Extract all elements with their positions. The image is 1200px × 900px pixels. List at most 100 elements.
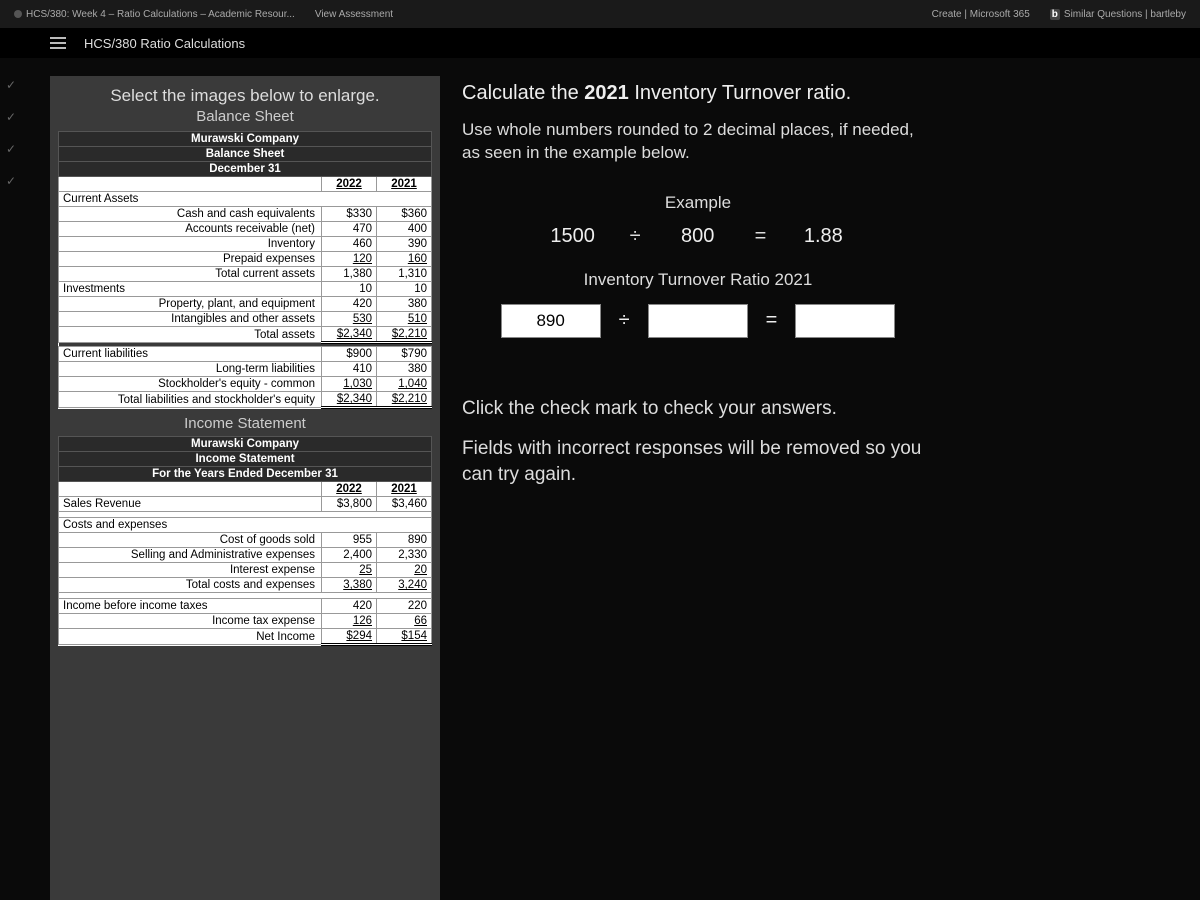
row-2021: 20	[377, 563, 432, 578]
is-company: Murawski Company	[59, 437, 432, 452]
example-denominator: 800	[663, 225, 733, 248]
current-liab-label: Current liabilities	[59, 347, 322, 362]
bs-company: Murawski Company	[59, 132, 432, 147]
bartleby-icon: b	[1050, 9, 1060, 20]
question-title-pre: Calculate the	[462, 82, 584, 104]
row-2021: 3,240	[377, 578, 432, 593]
example-row: 1500 ÷ 800 = 1.88	[462, 225, 934, 248]
bs-asof: December 31	[59, 162, 432, 177]
row-label: Net Income	[59, 629, 322, 645]
question-title: Calculate the 2021 Inventory Turnover ra…	[462, 82, 934, 105]
row-2021: 380	[377, 297, 432, 312]
tab-favicon	[14, 10, 22, 18]
investments-2021: 10	[377, 282, 432, 297]
row-2021: 1,310	[377, 267, 432, 282]
col-2021: 2021	[377, 482, 432, 497]
tab-label: HCS/380: Week 4 – Ratio Calculations – A…	[26, 9, 295, 20]
page-title: HCS/380 Ratio Calculations	[84, 36, 245, 51]
equals-icon: =	[766, 309, 778, 332]
tab-label: View Assessment	[315, 9, 393, 20]
table-row: Selling and Administrative expenses2,400…	[59, 548, 432, 563]
row-2021: $360	[377, 207, 432, 222]
example-label: Example	[462, 193, 934, 213]
income-statement-table[interactable]: Murawski Company Income Statement For th…	[58, 436, 432, 646]
browser-tab[interactable]: Create | Microsoft 365	[926, 7, 1036, 22]
table-row: Interest expense2520	[59, 563, 432, 578]
bs-report: Balance Sheet	[59, 147, 432, 162]
question-title-bold: 2021	[584, 82, 629, 104]
result-input[interactable]	[795, 304, 895, 338]
row-2021: $2,210	[377, 327, 432, 343]
row-2022: 420	[322, 297, 377, 312]
chevron-icon[interactable]: ✓	[6, 110, 16, 124]
row-2022: 955	[322, 533, 377, 548]
row-2022: 120	[322, 252, 377, 267]
row-2022: $294	[322, 629, 377, 645]
tab-label: Similar Questions | bartleby	[1064, 9, 1186, 20]
reference-panel: Select the images below to enlarge. Bala…	[50, 76, 440, 900]
chevron-icon[interactable]: ✓	[6, 78, 16, 92]
row-2022: 3,380	[322, 578, 377, 593]
numerator-input[interactable]	[501, 304, 601, 338]
row-2022: 530	[322, 312, 377, 327]
row-2021: $2,210	[377, 392, 432, 408]
divide-icon: ÷	[630, 225, 641, 248]
table-row: Property, plant, and equipment420380	[59, 297, 432, 312]
investments-label: Investments	[59, 282, 322, 297]
row-2021: $154	[377, 629, 432, 645]
row-2022: 25	[322, 563, 377, 578]
row-2022: 1,030	[322, 377, 377, 392]
tab-label: Create | Microsoft 365	[932, 9, 1030, 20]
col-2022: 2022	[322, 482, 377, 497]
row-label: Total assets	[59, 327, 322, 343]
row-label: Cash and cash equivalents	[59, 207, 322, 222]
table-row: Total assets$2,340$2,210	[59, 327, 432, 343]
equals-icon: =	[755, 225, 767, 248]
table-row: Cash and cash equivalents$330$360	[59, 207, 432, 222]
question-body: Use whole numbers rounded to 2 decimal p…	[462, 119, 934, 165]
row-2021: 1,040	[377, 377, 432, 392]
ibt-2021: 220	[377, 599, 432, 614]
row-2021: 160	[377, 252, 432, 267]
row-label: Total costs and expenses	[59, 578, 322, 593]
divide-icon: ÷	[619, 309, 630, 332]
left-rail: ✓ ✓ ✓ ✓	[0, 58, 22, 900]
row-2021: 2,330	[377, 548, 432, 563]
table-row: Prepaid expenses120160	[59, 252, 432, 267]
row-2022: 1,380	[322, 267, 377, 282]
row-2022: $2,340	[322, 327, 377, 343]
row-2022: $2,340	[322, 392, 377, 408]
chevron-icon[interactable]: ✓	[6, 174, 16, 188]
chevron-icon[interactable]: ✓	[6, 142, 16, 156]
page-header: HCS/380 Ratio Calculations	[0, 28, 1200, 58]
costs-label: Costs and expenses	[59, 518, 432, 533]
row-label: Cost of goods sold	[59, 533, 322, 548]
is-report: Income Statement	[59, 452, 432, 467]
question-panel: Calculate the 2021 Inventory Turnover ra…	[458, 76, 938, 900]
balance-sheet-table[interactable]: Murawski Company Balance Sheet December …	[58, 131, 432, 409]
table-row: Cost of goods sold955890	[59, 533, 432, 548]
row-label: Interest expense	[59, 563, 322, 578]
row-2021: 390	[377, 237, 432, 252]
browser-tab[interactable]: HCS/380: Week 4 – Ratio Calculations – A…	[8, 7, 301, 22]
example-numerator: 1500	[538, 225, 608, 248]
browser-tab[interactable]: View Assessment	[309, 7, 399, 22]
cl-2021: $790	[377, 347, 432, 362]
row-2022: 126	[322, 614, 377, 629]
row-2021: 380	[377, 362, 432, 377]
row-label: Selling and Administrative expenses	[59, 548, 322, 563]
table-row: Total liabilities and stockholder's equi…	[59, 392, 432, 408]
denominator-input[interactable]	[648, 304, 748, 338]
table-row: Accounts receivable (net)470400	[59, 222, 432, 237]
row-label: Intangibles and other assets	[59, 312, 322, 327]
row-label: Prepaid expenses	[59, 252, 322, 267]
menu-icon[interactable]	[50, 37, 66, 49]
browser-tab[interactable]: b Similar Questions | bartleby	[1044, 7, 1192, 22]
row-label: Income tax expense	[59, 614, 322, 629]
retry-hint: Fields with incorrect responses will be …	[462, 436, 934, 487]
row-label: Long-term liabilities	[59, 362, 322, 377]
table-row: Total costs and expenses3,3803,240	[59, 578, 432, 593]
row-2022: 460	[322, 237, 377, 252]
balance-sheet-heading: Balance Sheet	[58, 108, 432, 125]
row-label: Property, plant, and equipment	[59, 297, 322, 312]
